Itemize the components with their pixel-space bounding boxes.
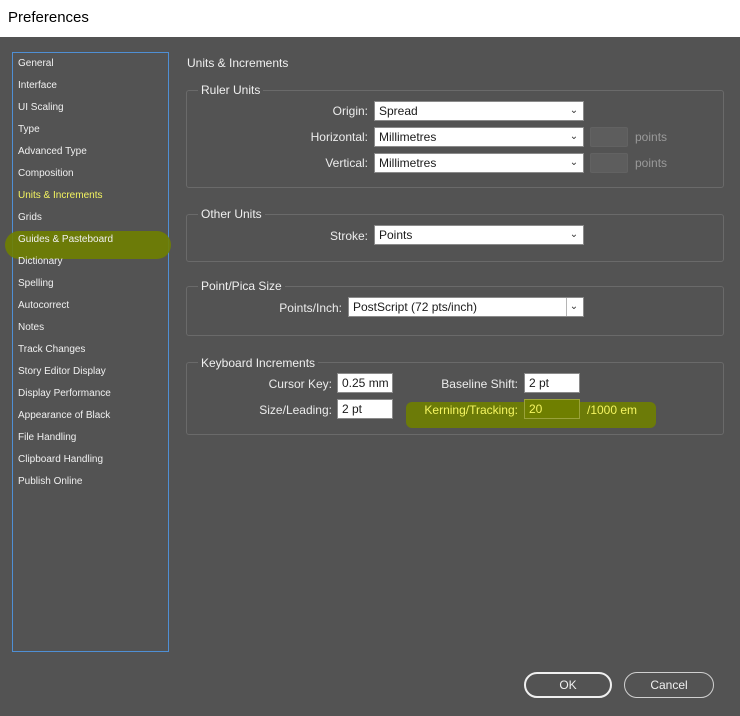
sidebar-item-file-handling[interactable]: File Handling <box>18 431 76 445</box>
vertical-label: Vertical: <box>325 156 368 170</box>
page-title: Units & Increments <box>187 56 289 70</box>
origin-label: Origin: <box>332 104 368 118</box>
chevron-down-icon: ⌄ <box>569 157 579 168</box>
cursor-key-label: Cursor Key: <box>268 377 332 391</box>
stroke-label: Stroke: <box>329 229 368 243</box>
sidebar-item-type[interactable]: Type <box>18 123 40 137</box>
sidebar-item-spelling[interactable]: Spelling <box>18 277 54 291</box>
vertical-dropdown[interactable]: Millimetres ⌄ <box>374 153 584 173</box>
kerning-unit-label: /1000 em <box>587 403 638 417</box>
cursor-key-value: 0.25 mm <box>342 376 389 390</box>
sidebar-item-notes[interactable]: Notes <box>18 321 44 335</box>
sidebar-item-interface[interactable]: Interface <box>18 79 57 93</box>
sidebar-item-autocorrect[interactable]: Autocorrect <box>18 299 69 313</box>
horizontal-dropdown[interactable]: Millimetres ⌄ <box>374 127 584 147</box>
cancel-button[interactable]: Cancel <box>624 672 714 698</box>
sidebar-item-appearance-of-black[interactable]: Appearance of Black <box>18 409 110 423</box>
cursor-key-field[interactable]: 0.25 mm <box>337 373 393 393</box>
vertical-unit-label: points <box>635 156 668 170</box>
sidebar-item-ui-scaling[interactable]: UI Scaling <box>18 101 64 115</box>
sidebar-item-dictionary[interactable]: Dictionary <box>18 255 62 269</box>
sidebar-item-grids[interactable]: Grids <box>18 211 42 225</box>
horizontal-label: Horizontal: <box>310 130 368 144</box>
baseline-shift-label: Baseline Shift: <box>441 377 518 391</box>
stroke-dropdown[interactable]: Points ⌄ <box>374 225 584 245</box>
baseline-shift-value: 2 pt <box>529 376 550 390</box>
sidebar-item-advanced-type[interactable]: Advanced Type <box>18 145 87 159</box>
ok-button[interactable]: OK <box>524 672 612 698</box>
sidebar-item-composition[interactable]: Composition <box>18 167 74 181</box>
origin-dropdown[interactable]: Spread ⌄ <box>374 101 584 121</box>
other-units-title: Other Units <box>198 207 265 221</box>
dropdown-separator <box>566 298 567 316</box>
stroke-value: Points <box>379 228 413 242</box>
chevron-down-icon: ⌄ <box>569 229 579 240</box>
points-inch-value: PostScript (72 pts/inch) <box>353 300 478 314</box>
kerning-tracking-label: Kerning/Tracking: <box>424 403 518 417</box>
category-list[interactable]: General Interface UI Scaling Type Advanc… <box>5 52 171 652</box>
title-bar: Preferences <box>0 0 740 37</box>
baseline-shift-field[interactable]: 2 pt <box>524 373 580 393</box>
sidebar-item-units-increments[interactable]: Units & Increments <box>18 189 102 203</box>
kerning-tracking-value: 20 <box>529 402 543 416</box>
horizontal-unit-label: points <box>635 130 668 144</box>
window-title: Preferences <box>8 9 89 26</box>
chevron-down-icon: ⌄ <box>569 301 579 312</box>
origin-value: Spread <box>379 104 418 118</box>
size-leading-value: 2 pt <box>342 402 363 416</box>
chevron-down-icon: ⌄ <box>569 105 579 116</box>
ruler-units-title: Ruler Units <box>198 83 264 97</box>
sidebar-item-general[interactable]: General <box>18 57 54 71</box>
sidebar-item-story-editor-display[interactable]: Story Editor Display <box>18 365 106 379</box>
horizontal-value: Millimetres <box>379 130 437 144</box>
sidebar-item-publish-online[interactable]: Publish Online <box>18 475 82 489</box>
sidebar-item-guides-pasteboard[interactable]: Guides & Pasteboard <box>18 233 113 247</box>
size-leading-field[interactable]: 2 pt <box>337 399 393 419</box>
sidebar-item-clipboard-handling[interactable]: Clipboard Handling <box>18 453 103 467</box>
points-inch-dropdown[interactable]: PostScript (72 pts/inch) ⌄ <box>348 297 584 317</box>
vertical-value: Millimetres <box>379 156 437 170</box>
size-leading-label: Size/Leading: <box>259 403 332 417</box>
horizontal-points-field <box>590 127 628 147</box>
chevron-down-icon: ⌄ <box>569 131 579 142</box>
points-inch-label: Points/Inch: <box>279 301 342 315</box>
kerning-tracking-field[interactable]: 20 <box>524 399 580 419</box>
sidebar-item-display-performance[interactable]: Display Performance <box>18 387 111 401</box>
sidebar-item-track-changes[interactable]: Track Changes <box>18 343 85 357</box>
vertical-points-field <box>590 153 628 173</box>
point-pica-title: Point/Pica Size <box>198 279 285 293</box>
keyboard-increments-title: Keyboard Increments <box>198 356 319 370</box>
